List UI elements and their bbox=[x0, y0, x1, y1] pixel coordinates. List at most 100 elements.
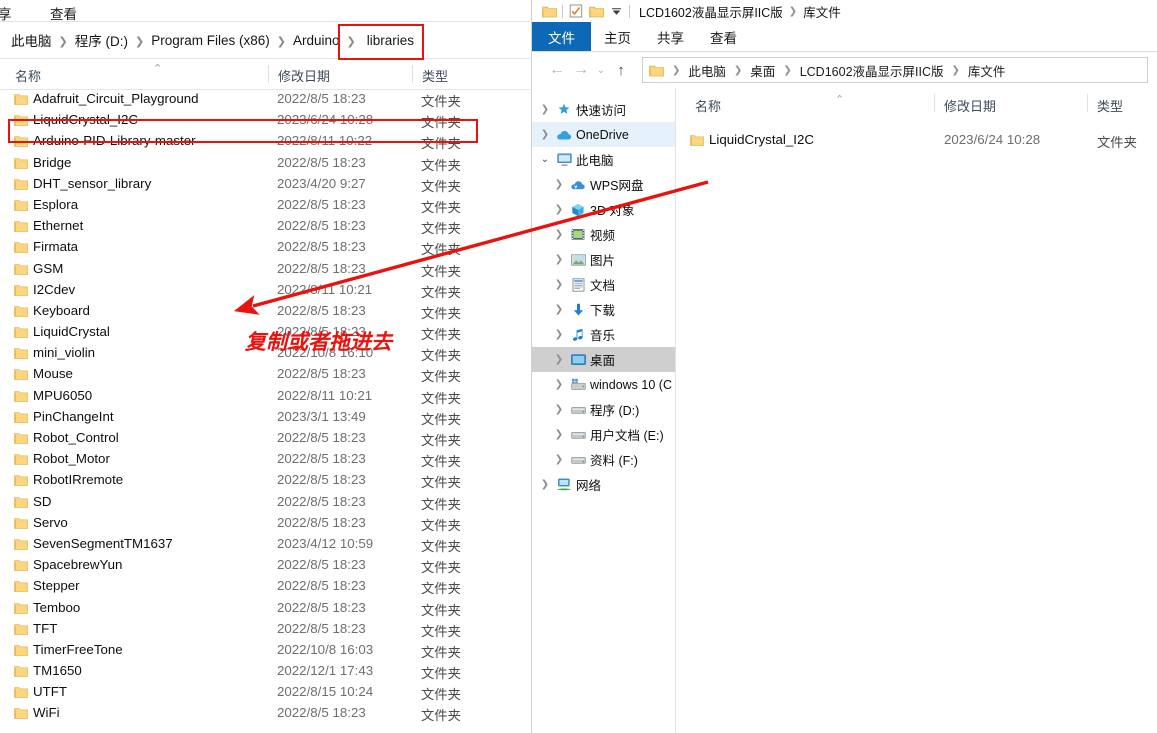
addr-crumb-lcd1602[interactable]: LCD1602液晶显示屏IIC版 bbox=[798, 61, 946, 80]
addr-crumb-this-pc[interactable]: 此电脑 bbox=[686, 61, 728, 80]
column-header-date[interactable]: 修改日期 bbox=[944, 96, 996, 115]
table-row[interactable]: SD2022/8/5 18:23文件夹 bbox=[0, 492, 530, 513]
nav-item-download-arrow-icon[interactable]: ❯下载 bbox=[532, 297, 675, 322]
table-row[interactable]: Arduino-PID-Library-master2022/8/11 10:2… bbox=[0, 131, 530, 152]
chevron-right-icon[interactable]: ❯ bbox=[550, 229, 568, 240]
nav-item-cloud-icon[interactable]: ❯ OneDrive bbox=[532, 122, 675, 147]
table-row[interactable]: SevenSegmentTM16372023/4/12 10:59文件夹 bbox=[0, 534, 530, 555]
chevron-right-icon[interactable]: ❯ bbox=[550, 279, 568, 290]
table-row[interactable]: Robot_Control2022/8/5 18:23文件夹 bbox=[0, 428, 530, 449]
chevron-down-icon[interactable]: ⌄ bbox=[536, 154, 554, 165]
tab-file[interactable]: 文件 bbox=[532, 22, 591, 52]
tab-share[interactable]: 共享 bbox=[644, 22, 697, 52]
chevron-right-icon[interactable]: ❯ bbox=[536, 479, 554, 490]
nav-item-pin-star-icon[interactable]: ❯快速访问 bbox=[532, 97, 675, 122]
addr-crumb-library-files[interactable]: 库文件 bbox=[966, 61, 1008, 80]
breadcrumb-arduino[interactable]: Arduino bbox=[290, 31, 343, 50]
chevron-right-icon[interactable]: ❯ bbox=[550, 254, 568, 265]
nav-item-wps-cloud-icon[interactable]: ❯WPS网盘 bbox=[532, 172, 675, 197]
chevron-right-icon[interactable]: ❯ bbox=[550, 454, 568, 465]
file-type: 文件夹 bbox=[421, 366, 461, 385]
recent-locations-dropdown-icon[interactable]: ⌄ bbox=[594, 59, 608, 81]
nav-item-label: OneDrive bbox=[574, 128, 629, 142]
table-row[interactable]: SpacebrewYun2022/8/5 18:23文件夹 bbox=[0, 555, 530, 576]
nav-item-system-drive-icon[interactable]: ❯windows 10 (C bbox=[532, 372, 675, 397]
table-row[interactable]: RobotIRremote2022/8/5 18:23文件夹 bbox=[0, 470, 530, 491]
nav-item-computer-icon[interactable]: ⌄此电脑 bbox=[532, 147, 675, 172]
table-row[interactable]: Ethernet2022/8/5 18:23文件夹 bbox=[0, 216, 530, 237]
tab-view[interactable]: 查看 bbox=[697, 22, 750, 52]
column-divider[interactable] bbox=[412, 65, 413, 83]
table-row[interactable]: TimerFreeTone2022/10/8 16:03文件夹 bbox=[0, 640, 530, 661]
table-row[interactable]: I2Cdev2022/8/11 10:21文件夹 bbox=[0, 280, 530, 301]
column-header-name[interactable]: 名称⌃ bbox=[695, 96, 721, 115]
file-name: TM1650 bbox=[33, 663, 82, 678]
nav-item-network-icon[interactable]: ❯网络 bbox=[532, 472, 675, 497]
chevron-right-icon[interactable]: ❯ bbox=[536, 129, 554, 140]
back-button[interactable]: ← bbox=[546, 59, 568, 81]
table-row[interactable]: MPU60502022/8/11 10:21文件夹 bbox=[0, 386, 530, 407]
chevron-right-icon[interactable]: ❯ bbox=[550, 204, 568, 215]
table-row[interactable]: Firmata2022/8/5 18:23文件夹 bbox=[0, 237, 530, 258]
left-address-bar[interactable]: 此电脑 ❯ 程序 (D:) ❯ Program Files (x86) ❯ Ar… bbox=[0, 22, 530, 59]
chevron-right-icon[interactable]: ❯ bbox=[550, 379, 568, 390]
column-header-type[interactable]: 类型 bbox=[422, 66, 448, 85]
nav-item-picture-icon[interactable]: ❯图片 bbox=[532, 247, 675, 272]
nav-item-drive-icon[interactable]: ❯资料 (F:) bbox=[532, 447, 675, 472]
column-divider[interactable] bbox=[934, 94, 935, 112]
column-header-type[interactable]: 类型 bbox=[1097, 96, 1123, 115]
column-divider[interactable] bbox=[268, 65, 269, 83]
chevron-right-icon[interactable]: ❯ bbox=[550, 329, 568, 340]
file-type: 文件夹 bbox=[421, 536, 461, 555]
column-header-name[interactable]: 名称⌃ bbox=[15, 66, 41, 85]
table-row[interactable]: Bridge2022/8/5 18:23文件夹 bbox=[0, 153, 530, 174]
breadcrumb-this-pc[interactable]: 此电脑 bbox=[8, 28, 55, 52]
table-row[interactable]: Adafruit_Circuit_Playground2022/8/5 18:2… bbox=[0, 89, 530, 110]
chevron-right-icon[interactable]: ❯ bbox=[550, 429, 568, 440]
table-row[interactable]: Esplora2022/8/5 18:23文件夹 bbox=[0, 195, 530, 216]
nav-item-video-icon[interactable]: ❯视频 bbox=[532, 222, 675, 247]
table-row[interactable]: UTFT2022/8/15 10:24文件夹 bbox=[0, 682, 530, 703]
column-header-date[interactable]: 修改日期 bbox=[278, 66, 330, 85]
tab-home[interactable]: 主页 bbox=[591, 22, 644, 52]
table-row[interactable]: LiquidCrystal_I2C2023/6/24 10:28文件夹 bbox=[676, 130, 1157, 152]
customize-dropdown-icon[interactable] bbox=[606, 2, 626, 20]
table-row[interactable]: GSM2022/8/5 18:23文件夹 bbox=[0, 259, 530, 280]
table-row[interactable]: DHT_sensor_library2023/4/20 9:27文件夹 bbox=[0, 174, 530, 195]
nav-item-cube-icon[interactable]: ❯3D 对象 bbox=[532, 197, 675, 222]
properties-check-icon[interactable] bbox=[566, 2, 586, 20]
table-row[interactable]: WiFi2022/8/5 18:23文件夹 bbox=[0, 703, 530, 724]
chevron-right-icon[interactable]: ❯ bbox=[536, 104, 554, 115]
breadcrumb-program-files[interactable]: Program Files (x86) bbox=[148, 31, 273, 50]
folder-icon[interactable] bbox=[539, 2, 559, 20]
table-row[interactable]: TM16502022/12/1 17:43文件夹 bbox=[0, 661, 530, 682]
forward-button[interactable]: → bbox=[570, 59, 592, 81]
chevron-right-icon[interactable]: ❯ bbox=[550, 179, 568, 190]
nav-item-document-icon[interactable]: ❯文档 bbox=[532, 272, 675, 297]
new-folder-icon[interactable] bbox=[586, 2, 606, 20]
table-row[interactable]: LiquidCrystal2022/8/5 18:23文件夹 bbox=[0, 322, 530, 343]
nav-item-desktop-icon[interactable]: ❯桌面 bbox=[532, 347, 675, 372]
table-row[interactable]: LiquidCrystal_I2C2023/6/24 10:28文件夹 bbox=[0, 110, 530, 131]
nav-item-music-note-icon[interactable]: ❯音乐 bbox=[532, 322, 675, 347]
table-row[interactable]: Stepper2022/8/5 18:23文件夹 bbox=[0, 576, 530, 597]
table-row[interactable]: PinChangeInt2023/3/1 13:49文件夹 bbox=[0, 407, 530, 428]
table-row[interactable]: mini_violin2022/10/8 16:10文件夹 bbox=[0, 343, 530, 364]
addr-crumb-desktop[interactable]: 桌面 bbox=[748, 61, 777, 80]
chevron-right-icon[interactable]: ❯ bbox=[550, 354, 568, 365]
table-row[interactable]: TFT2022/8/5 18:23文件夹 bbox=[0, 619, 530, 640]
column-divider[interactable] bbox=[1087, 94, 1088, 112]
chevron-right-icon[interactable]: ❯ bbox=[550, 304, 568, 315]
table-row[interactable]: Mouse2022/8/5 18:23文件夹 bbox=[0, 364, 530, 385]
address-input[interactable]: ❯ 此电脑 ❯ 桌面 ❯ LCD1602液晶显示屏IIC版 ❯ 库文件 bbox=[642, 57, 1148, 83]
table-row[interactable]: Keyboard2022/8/5 18:23文件夹 bbox=[0, 301, 530, 322]
nav-item-drive-icon[interactable]: ❯程序 (D:) bbox=[532, 397, 675, 422]
breadcrumb-drive-d[interactable]: 程序 (D:) bbox=[72, 28, 131, 52]
table-row[interactable]: Temboo2022/8/5 18:23文件夹 bbox=[0, 598, 530, 619]
chevron-right-icon[interactable]: ❯ bbox=[550, 404, 568, 415]
table-row[interactable]: Servo2022/8/5 18:23文件夹 bbox=[0, 513, 530, 534]
table-row[interactable]: Robot_Motor2022/8/5 18:23文件夹 bbox=[0, 449, 530, 470]
nav-item-drive-icon[interactable]: ❯用户文档 (E:) bbox=[532, 422, 675, 447]
breadcrumb-libraries[interactable]: libraries bbox=[364, 31, 417, 50]
up-button[interactable]: ↑ bbox=[610, 59, 632, 81]
